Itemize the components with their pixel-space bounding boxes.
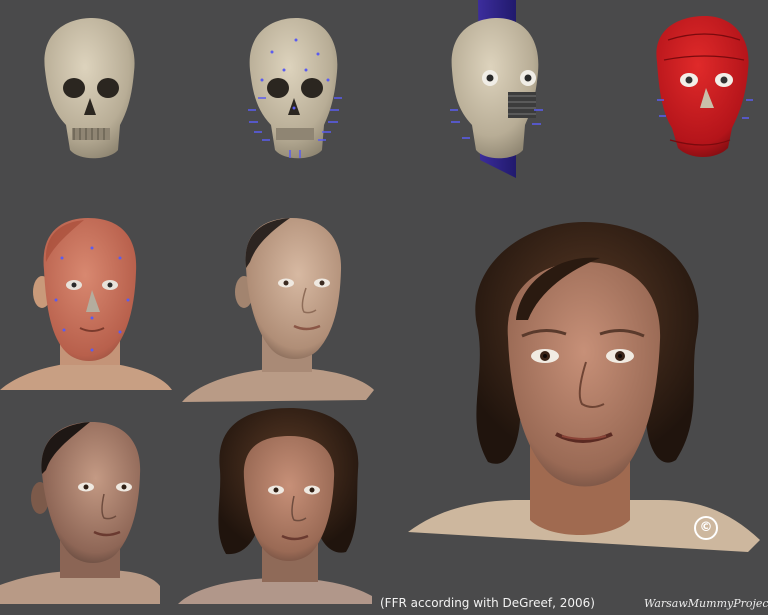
project-credit: WarsawMummyProject — [644, 597, 768, 610]
copyright-icon: © — [694, 516, 718, 540]
skull-markers-stage — [248, 18, 342, 159]
bald-head-stage — [182, 218, 374, 402]
skull-stage — [44, 18, 135, 159]
skull-projection-stage — [450, 0, 543, 178]
final-reconstruction-stage — [408, 222, 760, 552]
muscle-layer-stage — [656, 16, 753, 157]
figure-caption: (FFR according with DeGreef, 2006) — [380, 596, 595, 610]
skin-markers-stage — [0, 218, 172, 390]
bald-textured-stage — [0, 422, 160, 604]
reconstruction-stages-figure — [0, 0, 760, 604]
hair-head-stage — [178, 408, 372, 604]
